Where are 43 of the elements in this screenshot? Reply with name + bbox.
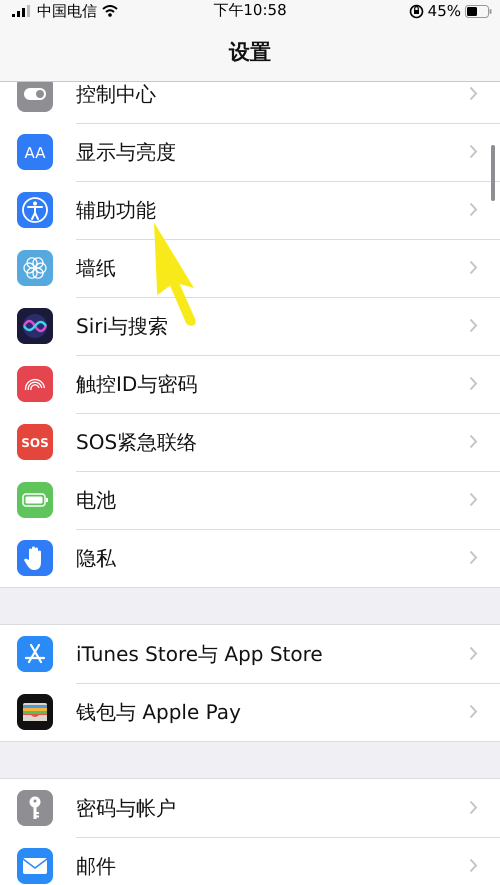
chevron-icon: [469, 318, 478, 333]
chevron-icon: [469, 704, 478, 719]
wallpaper-icon: [17, 250, 53, 286]
settings-row[interactable]: AA 显示与亮度: [0, 123, 500, 181]
chevron-icon: [469, 550, 478, 565]
chevron-icon: [469, 260, 478, 275]
sos-icon: SOS: [17, 424, 53, 460]
battery-icon: [465, 4, 492, 18]
chevron-icon: [469, 202, 478, 217]
chevron-icon: [469, 492, 478, 507]
chevron-icon: [469, 434, 478, 449]
clock-time: 下午10:58: [213, 1, 287, 20]
settings-row[interactable]: 控制中心: [0, 82, 500, 123]
battery-percent: 45%: [428, 2, 461, 20]
carrier-name: 中国电信: [37, 2, 97, 20]
chevron-icon: [469, 144, 478, 159]
settings-row[interactable]: 密码与帐户: [0, 779, 500, 837]
wifi-icon: [102, 5, 118, 17]
settings-row[interactable]: iTunes Store与 App Store: [0, 625, 500, 683]
chevron-icon: [469, 86, 478, 101]
settings-row[interactable]: 隐私: [0, 529, 500, 587]
chevron-icon: [469, 858, 478, 873]
settings-row[interactable]: 触控ID与密码: [0, 355, 500, 413]
battery-icon: [17, 482, 53, 518]
settings-row[interactable]: SOS SOS紧急联络: [0, 413, 500, 471]
chevron-icon: [469, 800, 478, 815]
display-icon: AA: [17, 134, 53, 170]
key-icon: [17, 790, 53, 826]
chevron-icon: [469, 646, 478, 661]
accessibility-icon: [17, 192, 53, 228]
settings-row[interactable]: 电池: [0, 471, 500, 529]
page-title: 设置: [229, 38, 271, 66]
scroll-indicator: [491, 145, 495, 201]
privacy-icon: [17, 540, 53, 576]
signal-icon: [12, 5, 32, 17]
settings-row[interactable]: 墙纸: [0, 239, 500, 297]
touchid-icon: [17, 366, 53, 402]
wallet-icon: [17, 694, 53, 730]
settings-row[interactable]: 邮件: [0, 837, 500, 885]
rotation-lock-icon: [408, 4, 424, 18]
chevron-icon: [469, 376, 478, 391]
settings-row[interactable]: 钱包与 Apple Pay: [0, 683, 500, 741]
settings-row[interactable]: 辅助功能: [0, 181, 500, 239]
